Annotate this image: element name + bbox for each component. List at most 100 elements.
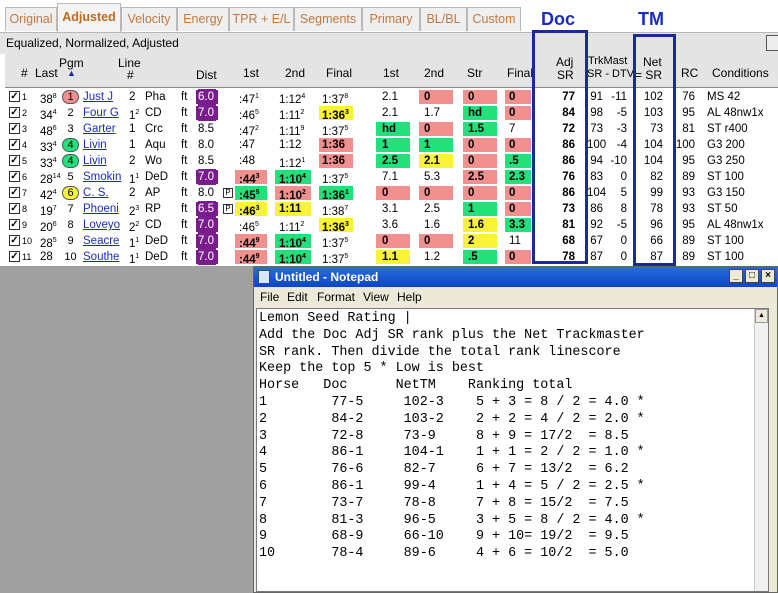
header-call-2nd[interactable]: 2nd: [285, 66, 305, 80]
cell-call-final: 1:375: [322, 173, 349, 186]
tab-bl-bl[interactable]: BL/BL: [420, 7, 467, 31]
close-button[interactable]: ×: [761, 269, 775, 283]
header-pos-2nd[interactable]: 2nd: [424, 66, 444, 80]
cell-dist: 7.0: [198, 233, 216, 249]
corner-button[interactable]: [766, 35, 778, 51]
cell-horse-link[interactable]: Southe: [83, 249, 119, 265]
header-rc[interactable]: RC: [681, 66, 698, 80]
cell-trkmast-sr: 67: [590, 235, 603, 247]
cell-horse-link[interactable]: Smokin: [83, 169, 121, 185]
row-checkbox[interactable]: ✓: [9, 187, 20, 198]
header-num: #: [21, 66, 28, 80]
tab-custom[interactable]: Custom: [467, 7, 521, 31]
cell-dist: 8.5: [198, 155, 214, 167]
cell-surface: ft: [181, 203, 188, 215]
row-checkbox[interactable]: ✓: [9, 251, 20, 262]
header-last[interactable]: Last: [35, 66, 58, 80]
scroll-up-arrow-icon[interactable]: ▲: [755, 309, 768, 323]
cell-rc: 95: [682, 155, 695, 167]
minimize-button[interactable]: _: [729, 269, 743, 283]
cell-call-2nd: 1:11: [279, 203, 302, 215]
row-checkbox[interactable]: ✓: [9, 219, 20, 230]
notepad-titlebar[interactable]: Untitled - Notepad _ □ ×: [254, 267, 777, 287]
row-checkbox[interactable]: ✓: [9, 155, 20, 166]
cell-surface: ft: [181, 91, 188, 103]
menu-view[interactable]: View: [363, 290, 389, 304]
row-checkbox[interactable]: ✓: [9, 139, 20, 150]
row-checkbox[interactable]: ✓: [9, 203, 20, 214]
cell-horse-link[interactable]: Seacre: [83, 233, 119, 249]
cell-conditions: G3 200: [707, 139, 745, 151]
cell-horse-link[interactable]: Phoeni: [83, 201, 119, 217]
cell-trkmast-sr: 91: [590, 91, 603, 103]
cell-str: 2.5: [468, 171, 484, 183]
header-dist[interactable]: Dist: [196, 68, 217, 82]
header-call-1st[interactable]: 1st: [243, 66, 259, 80]
cell-call-final: 1:375: [322, 253, 349, 266]
row-checkbox[interactable]: ✓: [9, 91, 20, 102]
header-trkmast[interactable]: TrkMast: [588, 55, 627, 67]
tab-primary[interactable]: Primary: [362, 7, 420, 31]
cell-horse-link[interactable]: Four G: [83, 105, 119, 121]
maximize-button[interactable]: □: [745, 269, 759, 283]
tab-adjusted[interactable]: Adjusted: [57, 3, 121, 33]
cell-surface: ft: [181, 123, 188, 135]
cell-horse-link[interactable]: Just J: [83, 89, 113, 105]
cell-dtv: -5: [616, 219, 627, 231]
tab-energy[interactable]: Energy: [177, 7, 229, 31]
cell-str: 1.6: [468, 219, 484, 231]
header-conditions[interactable]: Conditions: [712, 66, 769, 80]
row-checkbox[interactable]: ✓: [9, 123, 20, 134]
cell-dtv: -5: [616, 107, 627, 119]
vertical-scrollbar[interactable]: ▲: [754, 309, 768, 591]
cell-num: 4: [22, 140, 28, 150]
cell-final: 2.3: [509, 171, 525, 183]
menu-format[interactable]: Format: [317, 290, 355, 304]
cell-horse-link[interactable]: C. S.: [83, 185, 109, 201]
tab-segments[interactable]: Segments: [294, 7, 362, 31]
cell-dtv: 0: [620, 251, 627, 263]
menu-file[interactable]: File: [260, 290, 279, 304]
cell-horse-link[interactable]: Loveyo: [83, 217, 120, 233]
cell-horse-link[interactable]: Garter: [83, 121, 116, 137]
notepad-text-area[interactable]: Lemon Seed Rating | Add the Doc Adj SR r…: [256, 308, 769, 592]
header-final[interactable]: Final: [507, 66, 533, 80]
cell-conditions: ST r400: [707, 123, 748, 135]
cell-conditions: AL 48nw1x: [707, 219, 764, 231]
header-call-final[interactable]: Final: [326, 66, 352, 80]
cell-surface: ft: [181, 251, 188, 263]
row-checkbox[interactable]: ✓: [9, 235, 20, 246]
menu-edit[interactable]: Edit: [287, 290, 308, 304]
tm-highlight-box: [633, 34, 676, 266]
cell-call-final: 1:36: [322, 139, 346, 151]
cell-call-2nd: 1:119: [279, 125, 305, 138]
header-sr-dtv: SR - DTV: [587, 68, 635, 80]
cell-final: .5: [509, 155, 519, 167]
p-marker-icon: P: [223, 188, 233, 198]
p-marker-icon: P: [223, 204, 233, 214]
cell-num: 7: [22, 188, 28, 198]
tab-tpr-e-l[interactable]: TPR + E/L: [229, 7, 294, 31]
menu-help[interactable]: Help: [397, 290, 422, 304]
notepad-content[interactable]: Lemon Seed Rating | Add the Doc Adj SR r…: [259, 311, 763, 563]
cell-rc: 100: [675, 139, 695, 151]
cell-pos-2nd: 1.7: [424, 107, 440, 119]
cell-last: 334: [40, 157, 57, 170]
cell-horse-link[interactable]: Livin: [83, 153, 107, 169]
header-str[interactable]: Str: [467, 66, 482, 80]
tab-original[interactable]: Original: [5, 7, 57, 31]
cell-call-2nd: 1:121: [279, 157, 306, 170]
row-checkbox[interactable]: ✓: [9, 107, 20, 118]
notepad-icon: [258, 270, 270, 284]
tm-annotation: TM: [638, 9, 664, 29]
cell-trkmast-sr: 98: [590, 107, 603, 119]
row-checkbox[interactable]: ✓: [9, 171, 20, 182]
cell-trkmast-sr: 73: [590, 123, 603, 135]
cell-surface: ft: [181, 235, 188, 247]
cell-horse-link[interactable]: Livin: [83, 137, 107, 153]
cell-call-2nd: 1:12: [279, 139, 302, 151]
tab-velocity[interactable]: Velocity: [121, 7, 177, 31]
cell-call-2nd: 1:104: [279, 253, 306, 266]
header-pos-1st[interactable]: 1st: [383, 66, 399, 80]
cell-call-final: 1:375: [322, 237, 349, 250]
